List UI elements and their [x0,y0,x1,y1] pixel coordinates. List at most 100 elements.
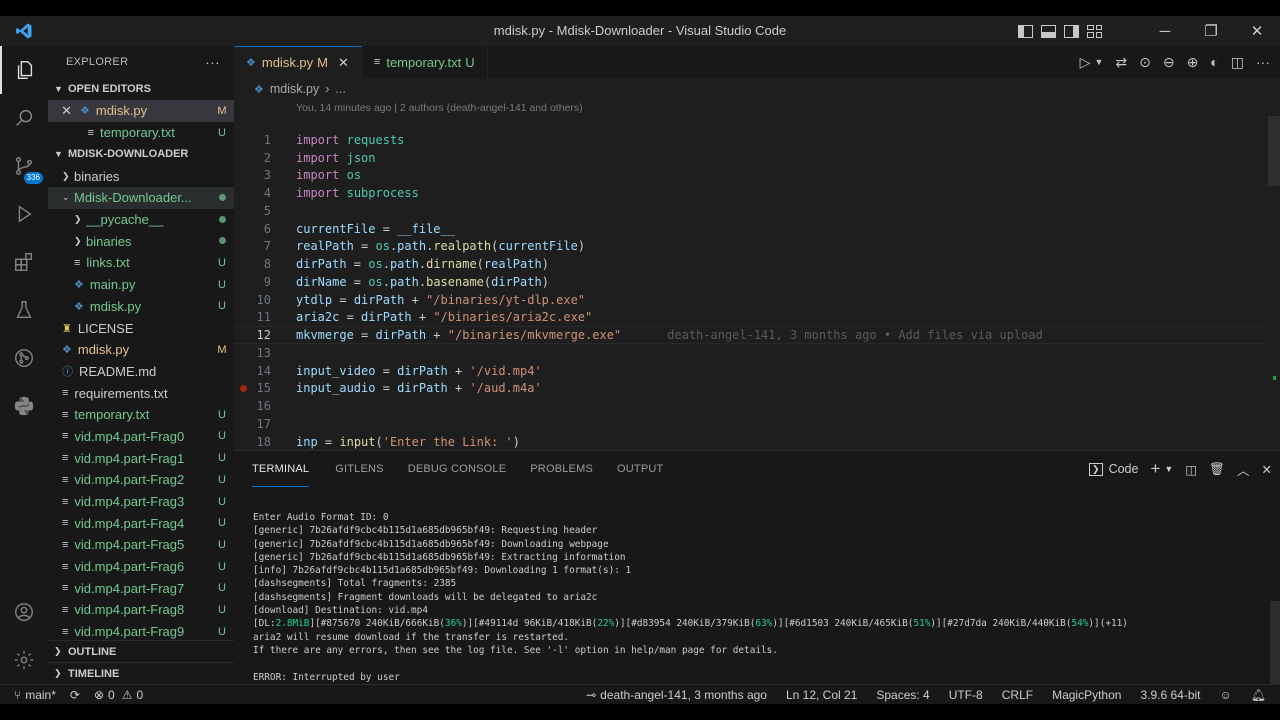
code-line: 3 import os [263,168,362,183]
tree-item-file[interactable]: ≡ vid.mp4.part-Frag2 U [48,469,234,491]
chevron-down-icon[interactable]: ▼ [1094,57,1103,67]
tree-item-file[interactable]: ❖ mdisk.py U [48,296,234,318]
customize-layout-icon[interactable] [1087,24,1102,38]
tree-item-file[interactable]: ♜ LICENSE [48,317,234,339]
folder-section[interactable]: ▼ MDISK-DOWNLOADER [48,143,234,165]
manage-gear-icon[interactable] [0,636,48,684]
timeline-section[interactable]: ❯ TIMELINE [48,662,234,684]
close-panel-icon[interactable]: ✕ [1262,462,1272,477]
toggle-sidebar-icon[interactable] [1018,24,1033,38]
tree-item-file[interactable]: ❖ main.py U [48,274,234,296]
tree-item-file[interactable]: ≡ vid.mp4.part-Frag6 U [48,556,234,578]
gitlens-previous-icon[interactable]: ⊙ [1139,54,1151,71]
tree-item-file[interactable]: ≡ vid.mp4.part-Frag5 U [48,534,234,556]
indentation[interactable]: Spaces: 4 [876,688,929,702]
breadcrumb-file[interactable]: mdisk.py [270,82,319,96]
outline-section[interactable]: ❯ OUTLINE [48,640,234,662]
blame-status[interactable]: ⊸ death-angel-141, 3 months ago [586,688,767,702]
tab-terminal[interactable]: TERMINAL [252,451,310,487]
language-mode[interactable]: MagicPython [1052,688,1121,702]
minimize-button[interactable]: ─ [1142,16,1188,46]
tree-item-folder[interactable]: ⌄ Mdisk-Downloader... [48,187,234,209]
python-interpreter[interactable]: 3.9.6 64-bit [1140,688,1200,702]
open-editor-item[interactable]: ✕ ❖ mdisk.py M [48,100,234,122]
tree-item-file[interactable]: ≡ temporary.txt U [48,404,234,426]
tree-item-folder[interactable]: ❯ binaries [48,165,234,187]
compare-changes-icon[interactable]: ⇄ [1115,54,1127,71]
source-control-icon[interactable]: 336 [0,142,48,190]
open-editors-section[interactable]: ▼ OPEN EDITORS [48,78,234,100]
branch-status[interactable]: ⑂ main* [14,688,56,702]
editor-tabs: ❖ mdisk.py M ✕ ≡ temporary.txt U ▷ ▼ ⇄ ⊙… [234,46,1280,78]
gitlens-forward-icon[interactable]: ⊕ [1187,54,1199,71]
close-icon[interactable]: ✕ [48,103,72,119]
more-actions-icon[interactable]: ··· [1256,54,1270,70]
gitlens-blame-icon[interactable]: ◐ [1210,54,1218,70]
tab-mdisk-py[interactable]: ❖ mdisk.py M ✕ [234,46,362,78]
terminal-line: aria2 will resume download if the transf… [253,631,570,643]
tree-item-file[interactable]: ≡ vid.mp4.part-Frag3 U [48,491,234,513]
toggle-secondary-sidebar-icon[interactable] [1064,24,1079,38]
tree-item-file[interactable]: ≡ vid.mp4.part-Frag0 U [48,426,234,448]
breakpoint-icon[interactable] [240,384,247,392]
tree-item-file[interactable]: ≡ vid.mp4.part-Frag4 U [48,512,234,534]
terminal-output[interactable]: Enter Audio Format ID: 0 [generic] 7b26af… [253,511,1128,697]
inline-blame[interactable]: death-angel-141, 3 months ago • Add file… [667,328,1043,342]
problems-status[interactable]: ⊗ 0 ⚠ 0 [94,688,143,702]
tree-item-file[interactable]: ≡ requirements.txt [48,382,234,404]
codelens-blame[interactable]: You, 14 minutes ago | 2 authors (death-a… [234,100,1280,116]
code-line: 1 import requests [263,132,405,147]
close-window-button[interactable]: ✕ [1234,16,1280,46]
split-terminal-icon[interactable]: ◫ [1185,462,1197,477]
feedback-icon[interactable]: ☺ [1220,688,1232,702]
toggle-panel-icon[interactable] [1041,24,1056,38]
cursor-position[interactable]: Ln 12, Col 21 [786,688,857,702]
restore-button[interactable]: ❐ [1188,16,1234,46]
split-editor-icon[interactable]: ◫ [1231,54,1244,71]
extensions-icon[interactable] [0,238,48,286]
tree-item-file[interactable]: ≡ vid.mp4.part-Frag7 U [48,577,234,599]
terminal-line: ERROR: Interrupted by user [253,671,400,683]
code-editor[interactable]: 1 import requests 2 import json 3 import os… [234,131,1268,451]
tree-item-file[interactable]: ≡ links.txt U [48,252,234,274]
maximize-panel-icon[interactable]: ︿ [1237,460,1250,479]
gitlens-back-icon[interactable]: ⊖ [1163,54,1175,71]
tree-item-file[interactable]: ≡ vid.mp4.part-Frag1 U [48,447,234,469]
editor-scrollbar[interactable] [1268,116,1280,186]
explorer-icon[interactable] [0,46,48,94]
search-icon[interactable] [0,94,48,142]
run-file-icon[interactable]: ▷ [1080,54,1091,71]
text-file-icon: ≡ [62,560,69,573]
encoding[interactable]: UTF-8 [949,688,983,702]
tab-output[interactable]: OUTPUT [617,451,679,487]
python-icon[interactable] [0,382,48,430]
kill-terminal-icon[interactable]: 🗑 [1209,462,1225,477]
tab-problems[interactable]: PROBLEMS [530,451,609,487]
testing-icon[interactable] [0,286,48,334]
code-line: 7 realPath = os.path.realpath(currentFile… [263,239,586,254]
tab-debug-console[interactable]: DEBUG CONSOLE [408,451,523,487]
tree-item-file[interactable]: ⓘ README.md [48,361,234,383]
close-tab-icon[interactable]: ✕ [338,55,349,71]
terminal-shell-label[interactable]: Code [1109,462,1139,476]
line-ending[interactable]: CRLF [1002,688,1033,702]
open-editor-item[interactable]: ≡ temporary.txt U [48,122,234,144]
chevron-down-icon[interactable]: ▼ [1164,464,1173,474]
gitlens-icon[interactable] [0,334,48,382]
tab-gitlens[interactable]: GITLENS [335,451,399,487]
explorer-more-icon[interactable]: ··· [205,54,220,70]
breadcrumb-symbol[interactable]: ... [335,82,345,96]
tree-item-folder[interactable]: ❯ binaries [48,230,234,252]
tree-item-file[interactable]: ❖ mdisk.py M [48,339,234,361]
notifications-bell-icon[interactable]: 🔔︎ [1251,688,1266,702]
tree-item-folder[interactable]: ❯ __pycache__ [48,209,234,231]
error-icon: ⊗ [93,687,105,702]
tree-item-file[interactable]: ≡ vid.mp4.part-Frag8 U [48,599,234,621]
sync-icon[interactable]: ⟳ [70,688,80,702]
terminal-scrollbar[interactable] [1270,601,1280,685]
tab-temporary-txt[interactable]: ≡ temporary.txt U [362,46,488,78]
accounts-icon[interactable] [0,588,48,636]
run-debug-icon[interactable] [0,190,48,238]
python-file-icon: ❖ [62,344,72,357]
new-terminal-icon[interactable]: + [1150,459,1160,479]
